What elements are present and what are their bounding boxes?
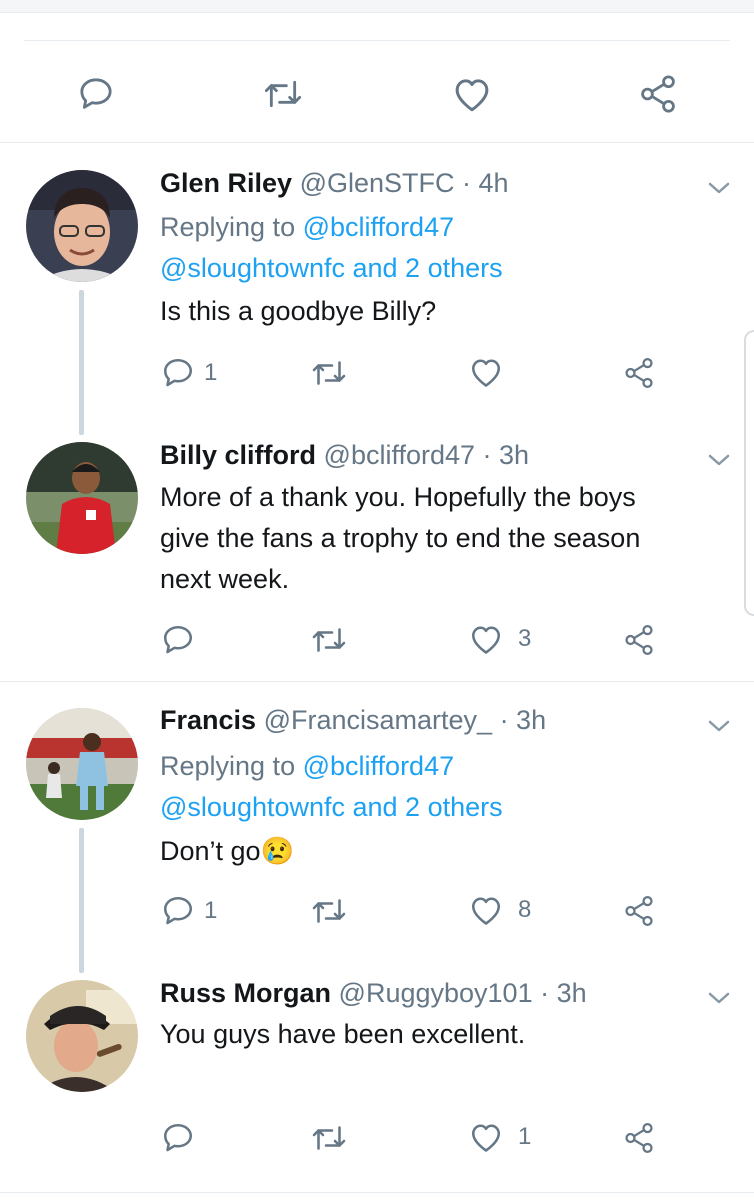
reply-action[interactable]: 1 — [160, 355, 217, 391]
tweet-reply[interactable]: Russ Morgan @Ruggyboy101 · 3h You guys h… — [0, 970, 754, 1192]
avatar[interactable] — [26, 170, 138, 282]
retweet-action[interactable] — [309, 355, 349, 396]
tweet-text: Don’t go😢 — [160, 831, 294, 872]
tweet-text-content: Don’t go — [160, 836, 261, 866]
divider — [0, 681, 754, 682]
retweet-action[interactable] — [309, 622, 349, 663]
tweet-reply[interactable]: Billy clifford @bclifford47 · 3h More of… — [0, 432, 754, 680]
reply-icon — [163, 625, 193, 654]
avatar[interactable] — [26, 442, 138, 554]
like-icon — [471, 897, 501, 925]
retweet-icon — [312, 628, 346, 652]
replying-label: Replying to — [160, 751, 296, 781]
reply-action[interactable] — [160, 622, 196, 663]
like-action[interactable]: 3 — [468, 622, 531, 656]
retweet-icon — [312, 361, 346, 385]
display-name[interactable]: Russ Morgan — [160, 978, 331, 1008]
like-action[interactable]: 8 — [468, 893, 531, 927]
divider — [0, 142, 754, 143]
share-icon — [625, 1122, 653, 1154]
reply-icon — [163, 358, 193, 387]
timestamp: · 3h — [540, 978, 587, 1008]
divider — [0, 1192, 754, 1193]
tweet-reply[interactable]: Glen Riley @GlenSTFC · 4h Replying to @b… — [0, 150, 754, 435]
mention-others-link[interactable]: @sloughtownfc and 2 others — [160, 248, 503, 289]
top-bar — [0, 0, 754, 13]
avatar[interactable] — [26, 980, 138, 1092]
user-handle[interactable]: @Ruggyboy101 — [339, 978, 533, 1008]
divider — [24, 40, 730, 41]
like-action[interactable] — [468, 355, 504, 394]
avatar[interactable] — [26, 708, 138, 820]
tweet-text-line: More of a thank you. Hopefully the boys — [160, 482, 636, 512]
tweet-text: You guys have been excellent. — [160, 1019, 526, 1049]
replying-label: Replying to — [160, 212, 296, 242]
crying-face-emoji: 😢 — [260, 836, 295, 866]
display-name[interactable]: Glen Riley — [160, 168, 292, 198]
like-icon[interactable] — [448, 70, 496, 118]
thread-line — [79, 290, 84, 435]
tweet-reply[interactable]: Francis @Francisamartey_ · 3h Replying t… — [0, 690, 754, 973]
mention-link[interactable]: @bclifford47 — [303, 751, 455, 781]
reply-icon[interactable] — [72, 70, 120, 118]
thread-line — [79, 828, 84, 973]
share-icon[interactable] — [634, 70, 682, 118]
tweet-text-line: next week. — [160, 564, 290, 594]
retweet-icon — [312, 1126, 346, 1150]
like-icon — [471, 626, 501, 654]
like-count: 3 — [518, 625, 532, 652]
like-icon — [471, 359, 501, 387]
chevron-down-icon[interactable] — [704, 178, 734, 198]
like-count: 8 — [518, 896, 532, 923]
display-name[interactable]: Francis — [160, 705, 256, 735]
timestamp: · 3h — [499, 705, 547, 735]
like-count: 1 — [518, 1123, 532, 1150]
timestamp: · 3h — [482, 440, 530, 470]
reply-count: 1 — [204, 897, 218, 924]
user-handle[interactable]: @bclifford47 — [324, 440, 476, 470]
share-action[interactable] — [622, 355, 656, 396]
retweet-icon — [312, 899, 346, 923]
user-handle[interactable]: @Francisamartey_ — [264, 705, 492, 735]
reply-action[interactable]: 1 — [160, 893, 217, 929]
user-handle[interactable]: @GlenSTFC — [300, 168, 455, 198]
mention-link[interactable]: @bclifford47 — [303, 212, 455, 242]
timestamp: · 4h — [462, 168, 509, 198]
display-name[interactable]: Billy clifford — [160, 440, 316, 470]
share-icon — [625, 624, 653, 656]
share-action[interactable] — [622, 1120, 656, 1161]
like-action[interactable]: 1 — [468, 1120, 531, 1154]
reply-count: 1 — [204, 359, 218, 386]
reply-icon — [163, 1123, 193, 1152]
share-action[interactable] — [622, 622, 656, 663]
chevron-down-icon[interactable] — [704, 716, 734, 736]
retweet-action[interactable] — [309, 893, 349, 934]
share-action[interactable] — [622, 893, 656, 934]
reply-icon — [163, 896, 193, 925]
share-icon — [625, 357, 653, 389]
reply-action[interactable] — [160, 1120, 196, 1161]
chevron-down-icon[interactable] — [704, 988, 734, 1008]
retweet-icon[interactable] — [259, 70, 307, 118]
share-icon — [625, 895, 653, 927]
mention-others-link[interactable]: @sloughtownfc and 2 others — [160, 787, 503, 828]
tweet-text-line: give the fans a trophy to end the season — [160, 523, 641, 553]
retweet-action[interactable] — [309, 1120, 349, 1161]
chevron-down-icon[interactable] — [704, 450, 734, 470]
like-icon — [471, 1124, 501, 1152]
tweet-text: Is this a goodbye Billy? — [160, 296, 437, 326]
